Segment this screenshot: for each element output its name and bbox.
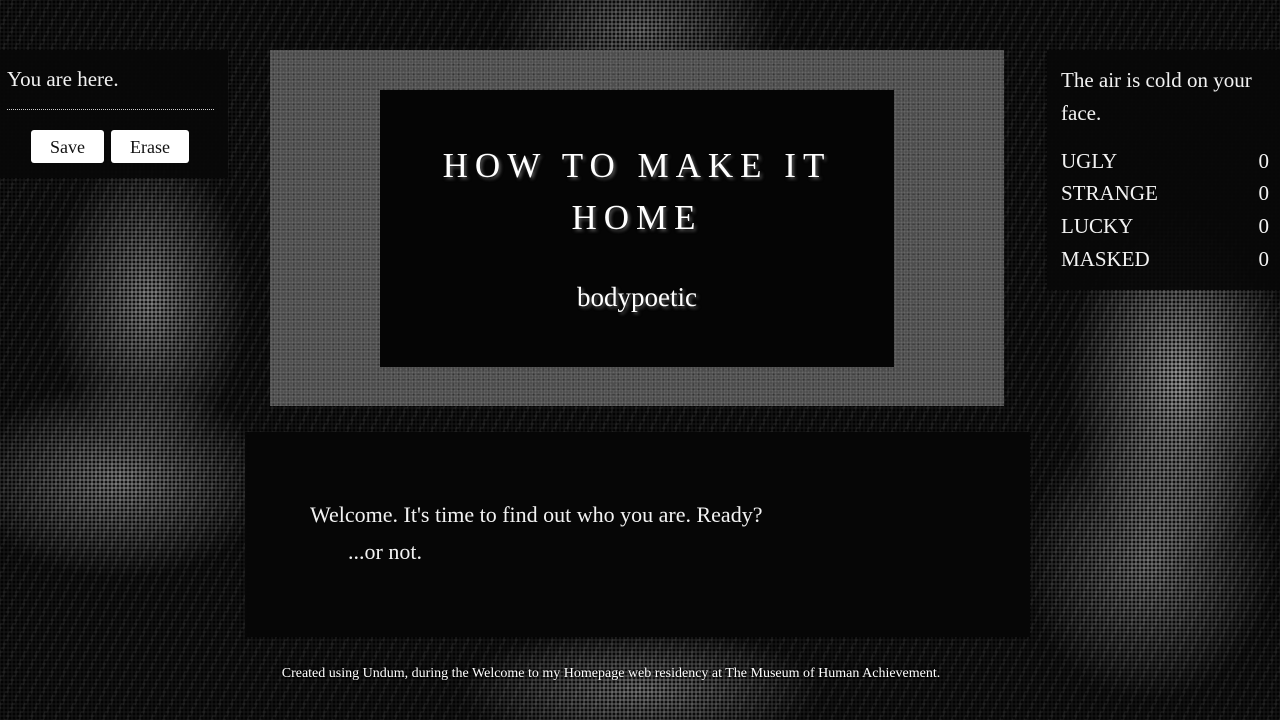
location-text: You are here.: [7, 67, 119, 91]
character-description: The air is cold on your face.: [1061, 68, 1252, 125]
stat-row-ugly: UGLY 0: [1061, 146, 1269, 176]
story-content: Welcome. It's time to find out who you a…: [245, 432, 1030, 637]
status-panel: You are here. Save Erase: [0, 50, 228, 178]
game-title: HOW TO MAKE IT HOME: [442, 146, 832, 237]
stat-value: 0: [1258, 247, 1270, 271]
stat-row-masked: MASKED 0: [1061, 244, 1269, 274]
erase-button[interactable]: Erase: [111, 130, 189, 163]
stat-row-strange: STRANGE 0: [1061, 178, 1269, 208]
stat-row-lucky: LUCKY 0: [1061, 211, 1269, 241]
character-panel: The air is cold on your face. UGLY 0 STR…: [1047, 50, 1280, 290]
stat-value: 0: [1258, 149, 1270, 173]
welcome-text: Welcome. It's time to find out who you a…: [310, 502, 763, 527]
stat-value: 0: [1258, 214, 1270, 238]
stat-name: UGLY: [1061, 149, 1118, 173]
divider: [7, 109, 214, 110]
stat-value: 0: [1258, 181, 1270, 205]
title-box: HOW TO MAKE IT HOME bodypoetic: [380, 90, 894, 367]
stat-name: STRANGE: [1061, 181, 1158, 205]
stat-name: LUCKY: [1061, 214, 1134, 238]
alternate-text: ...or not.: [348, 539, 422, 564]
save-button[interactable]: Save: [31, 130, 104, 163]
title-frame: HOW TO MAKE IT HOME bodypoetic: [270, 50, 1004, 406]
footer-credit: Created using Undum, during the Welcome …: [281, 666, 941, 681]
author-name: bodypoetic: [577, 282, 697, 312]
stat-name: MASKED: [1061, 247, 1150, 271]
